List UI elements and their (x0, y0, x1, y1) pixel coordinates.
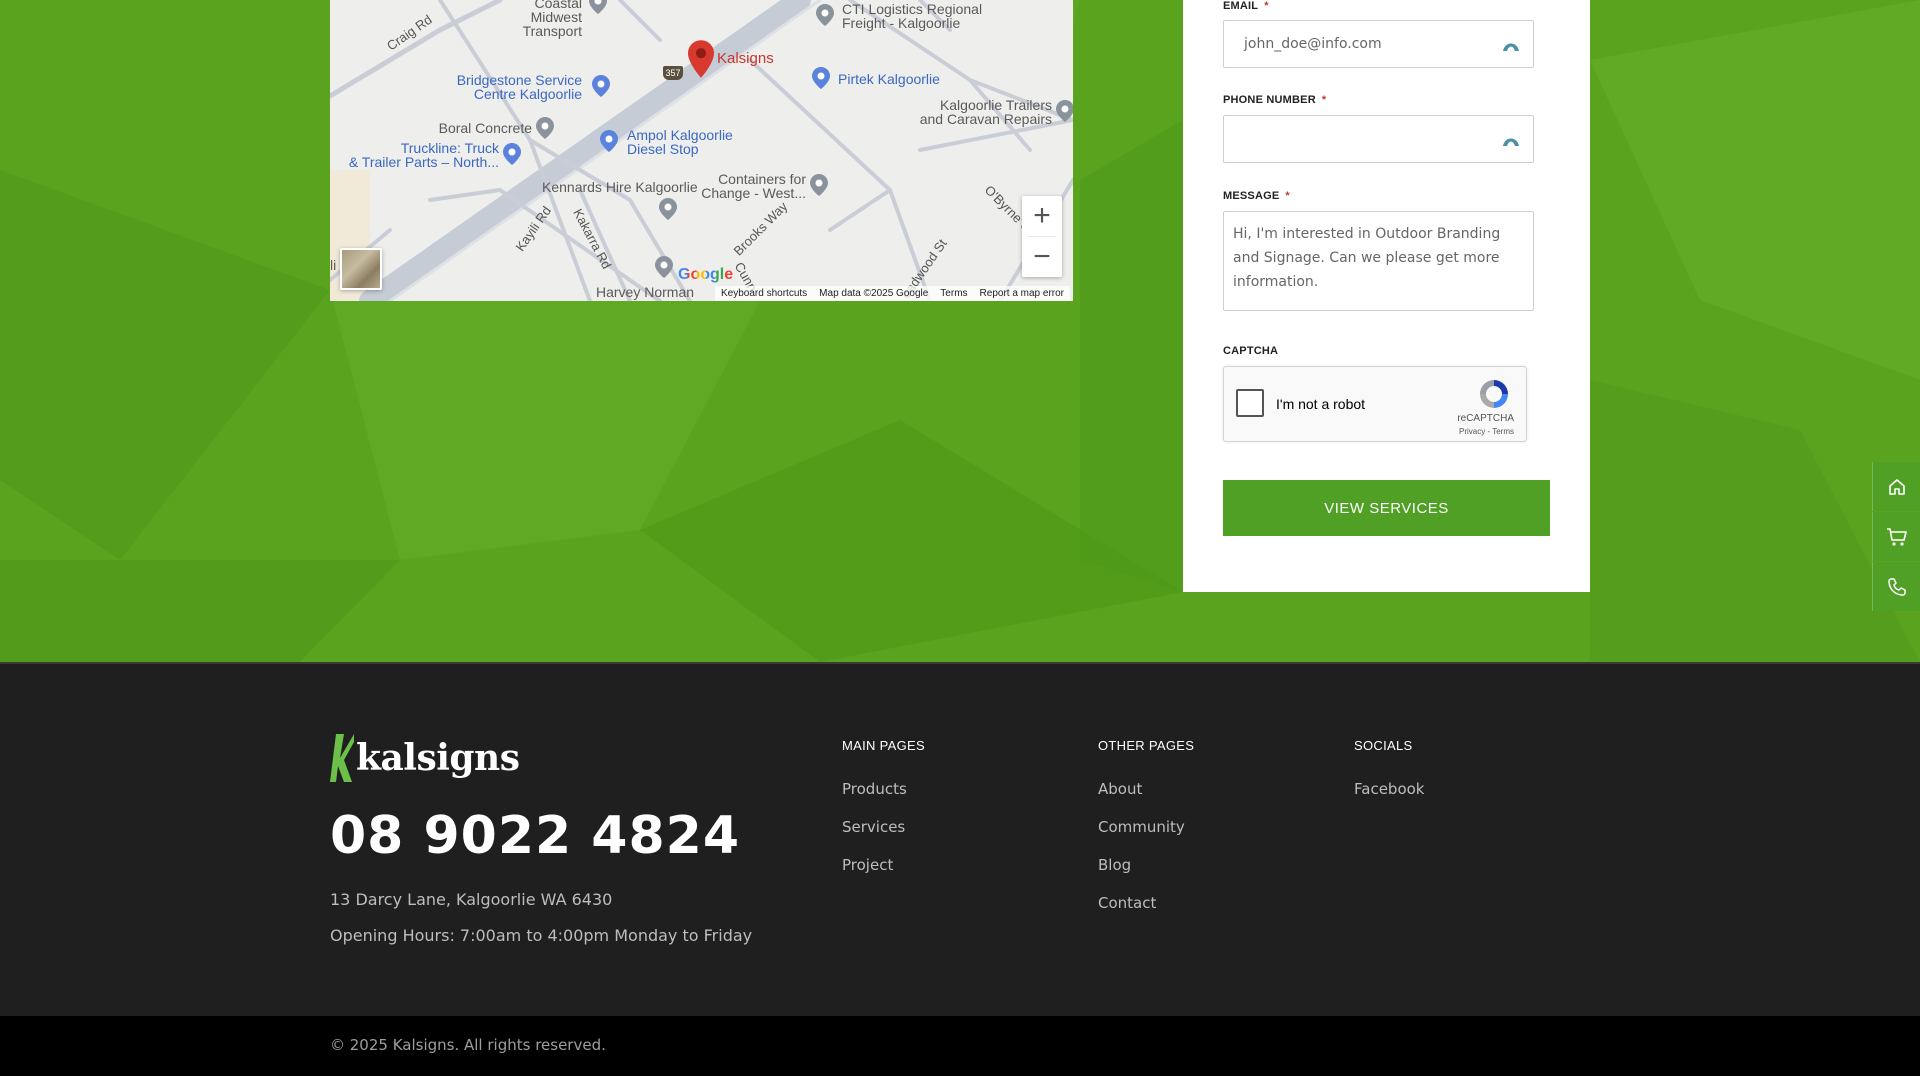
recaptcha-checkbox[interactable] (1236, 389, 1264, 417)
map-place-label: Bridgestone Service Centre Kalgoorlie (456, 72, 582, 102)
copyright-text: © 2025 Kalsigns. All rights reserved. (330, 1036, 606, 1054)
gray-place-pin-icon[interactable] (589, 0, 607, 14)
view-services-button[interactable]: VIEW SERVICES (1223, 480, 1550, 536)
map-satellite-toggle[interactable] (340, 248, 382, 290)
message-field[interactable]: Hi, I'm interested in Outdoor Branding a… (1223, 211, 1534, 311)
recaptcha-logo-icon (1480, 380, 1508, 408)
side-home-button[interactable] (1872, 462, 1920, 511)
recaptcha-brand: reCAPTCHA (1457, 413, 1514, 424)
kalsigns-k-mark-icon (330, 734, 354, 782)
captcha-label: CAPTCHA (1223, 345, 1279, 357)
footer-link-community[interactable]: Community (1098, 818, 1194, 836)
gray-place-pin-icon[interactable] (816, 4, 834, 26)
recaptcha-privacy-terms[interactable]: Privacy - Terms (1459, 427, 1514, 436)
blue-place-pin-icon[interactable] (503, 143, 521, 165)
map-place-label: Coastal Midwest Transport (522, 0, 582, 39)
footer-link-about[interactable]: About (1098, 780, 1194, 798)
highway-shield: 357 (663, 66, 683, 80)
cart-icon (1886, 527, 1907, 546)
required-mark: * (1321, 94, 1327, 106)
map-place-label-kalsigns[interactable]: Kalsigns (717, 51, 774, 66)
footer-phone-number[interactable]: 08 9022 4824 (330, 806, 740, 866)
footer-address: 13 Darcy Lane, Kalgoorlie WA 6430 (330, 890, 613, 909)
kalsigns-logo[interactable]: kalsigns (330, 734, 520, 782)
side-cart-button[interactable] (1872, 512, 1920, 561)
home-icon (1888, 478, 1905, 495)
recaptcha-text: I'm not a robot (1276, 396, 1366, 412)
site-footer: kalsigns 08 9022 4824 13 Darcy Lane, Kal… (0, 662, 1920, 1016)
phone-icon (1887, 577, 1906, 596)
blue-place-pin-icon[interactable] (592, 75, 610, 97)
phone-field[interactable] (1223, 115, 1534, 163)
email-value: john_doe@info.com (1244, 36, 1382, 52)
map-place-label: Truckline: Truck & Trailer Parts – North… (348, 140, 499, 170)
gray-place-pin-icon[interactable] (536, 117, 554, 139)
other-pages-heading: OTHER PAGES (1098, 738, 1195, 753)
footer-opening-hours: Opening Hours: 7:00am to 4:00pm Monday t… (330, 926, 753, 945)
gray-place-pin-icon[interactable] (1056, 100, 1073, 122)
map-place-label: Harvey Norman (596, 284, 695, 300)
keyboard-shortcuts-link[interactable]: Keyboard shortcuts (721, 286, 807, 301)
footer-link-blog[interactable]: Blog (1098, 856, 1194, 874)
phone-label: PHONE NUMBER * (1223, 94, 1326, 106)
map-attribution: Keyboard shortcuts Map data ©2025 Google… (715, 286, 1071, 301)
email-label: EMAIL * (1223, 0, 1269, 12)
gray-place-pin-icon[interactable] (810, 174, 828, 196)
map-zoom-control: + − (1022, 196, 1062, 277)
side-phone-button[interactable] (1872, 562, 1920, 611)
gray-place-pin-icon[interactable] (659, 198, 677, 220)
message-label: MESSAGE * (1223, 190, 1290, 202)
map-place-label: Kennards Hire Kalgoorlie (542, 179, 698, 195)
map-terms-link[interactable]: Terms (940, 286, 967, 301)
footer-other-pages: OTHER PAGES About Community Blog Contact (1098, 738, 1194, 932)
kalsigns-location-pin-icon[interactable] (688, 40, 714, 78)
message-label-text: MESSAGE (1223, 190, 1280, 202)
blue-fuel-pin-icon[interactable] (600, 130, 618, 152)
report-map-error-link[interactable]: Report a map error (980, 286, 1064, 301)
map-place-label: CTI Logistics Regional Freight - Kalgoor… (842, 1, 983, 31)
required-mark: * (1264, 0, 1269, 12)
copyright-bar: © 2025 Kalsigns. All rights reserved. (0, 1016, 1920, 1076)
location-map[interactable]: 357 Coastal Midwest Transport CTI Logist… (330, 0, 1073, 301)
required-mark: * (1285, 190, 1290, 202)
footer-link-project[interactable]: Project (842, 856, 925, 874)
contact-section: 357 Coastal Midwest Transport CTI Logist… (0, 0, 1920, 662)
zoom-out-button[interactable]: − (1022, 237, 1062, 277)
footer-socials: SOCIALS Facebook (1354, 738, 1424, 818)
socials-heading: SOCIALS (1354, 738, 1413, 753)
map-place-label: Boral Concrete (438, 120, 532, 136)
logo-text: kalsigns (356, 737, 520, 779)
main-pages-heading: MAIN PAGES (842, 738, 925, 753)
map-place-label: Kalgoorlie Trailers and Caravan Repairs (919, 97, 1052, 127)
google-logo-text: Google (678, 266, 734, 283)
footer-link-facebook[interactable]: Facebook (1354, 780, 1424, 798)
google-logo: Google (678, 266, 733, 284)
recaptcha-widget: I'm not a robot reCAPTCHA Privacy - Term… (1223, 366, 1527, 442)
footer-main-pages: MAIN PAGES Products Services Project (842, 738, 925, 894)
autofill-icon[interactable] (1501, 35, 1521, 55)
footer-link-contact[interactable]: Contact (1098, 894, 1194, 912)
gray-place-pin-icon[interactable] (655, 256, 673, 278)
autofill-icon[interactable] (1501, 130, 1521, 150)
phone-label-text: PHONE NUMBER (1223, 94, 1316, 106)
zoom-in-button[interactable]: + (1022, 196, 1062, 236)
floating-side-nav (1872, 462, 1920, 612)
map-data-text: Map data ©2025 Google (819, 288, 929, 299)
email-field[interactable]: john_doe@info.com (1223, 20, 1534, 68)
contact-form: EMAIL * john_doe@info.com PHONE NUMBER * M… (1183, 0, 1590, 592)
footer-link-services[interactable]: Services (842, 818, 925, 836)
map-edge-label: li (330, 257, 337, 273)
blue-place-pin-icon[interactable] (812, 67, 830, 89)
map-place-label: Pirtek Kalgoorlie (838, 71, 940, 87)
email-label-text: EMAIL (1223, 0, 1259, 12)
map-place-label: Ampol Kalgoorlie Diesel Stop (627, 127, 733, 157)
footer-link-products[interactable]: Products (842, 780, 925, 798)
map-place-label: Containers for Change - West... (701, 171, 806, 201)
